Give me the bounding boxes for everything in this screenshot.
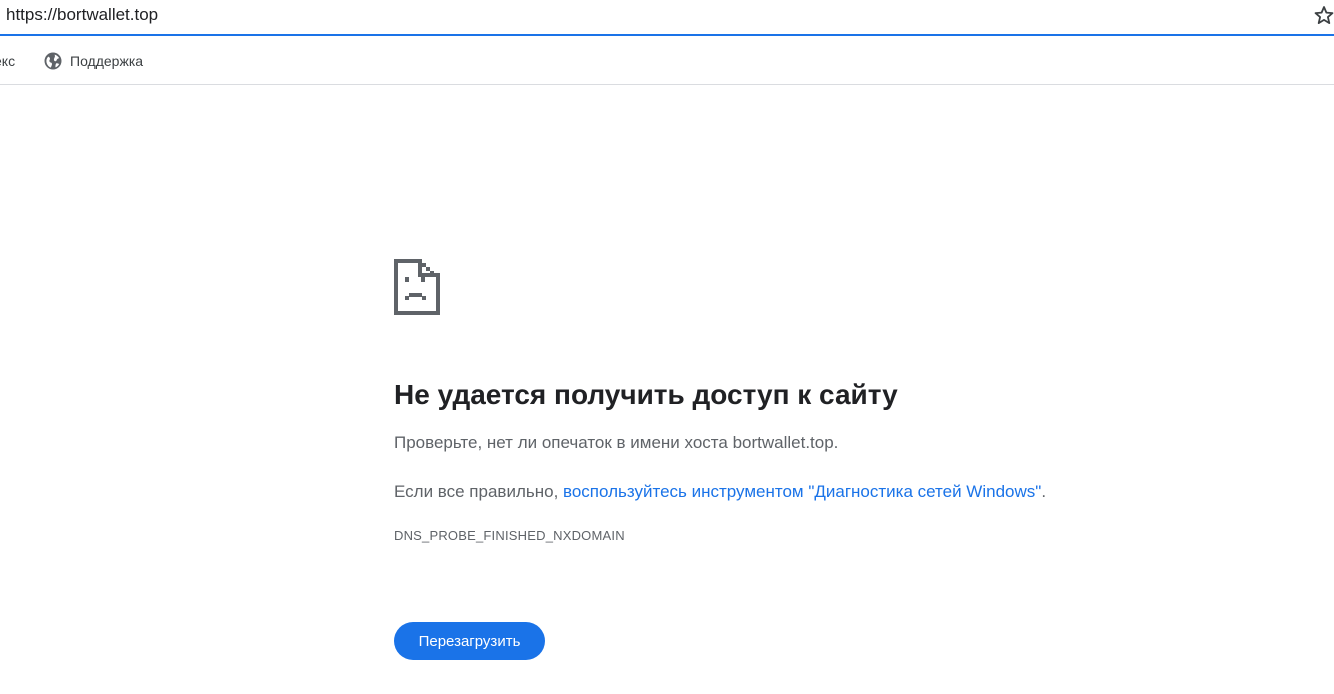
- bookmark-label: Поддержка: [70, 53, 144, 69]
- error-code: DNS_PROBE_FINISHED_NXDOMAIN: [394, 528, 625, 543]
- network-diagnostics-link[interactable]: воспользуйтесь инструментом "Диагностика…: [563, 482, 1041, 501]
- globe-icon: [44, 52, 62, 70]
- sad-page-icon: [394, 259, 440, 315]
- bookmark-label: екс: [0, 53, 16, 69]
- error-content: Не удается получить доступ к сайту Прове…: [394, 259, 1154, 543]
- hostname-typo-hint: Проверьте, нет ли опечаток в имени хоста…: [394, 433, 839, 452]
- diagnostics-hint-suffix: .: [1041, 482, 1047, 501]
- bookmark-item-partial[interactable]: екс: [0, 51, 15, 71]
- reload-button[interactable]: Перезагрузить: [394, 622, 545, 660]
- address-bar[interactable]: https://bortwallet.top: [0, 0, 1334, 34]
- network-diagnostics-hint: Если все правильно, воспользуйтесь инстр…: [394, 480, 1154, 504]
- url-text[interactable]: https://bortwallet.top: [6, 5, 158, 25]
- diagnostics-hint-prefix: Если все правильно,: [394, 482, 564, 501]
- bookmarks-bar: екс Поддержка: [0, 36, 1334, 85]
- star-outline-icon[interactable]: [1313, 2, 1334, 28]
- error-title: Не удается получить доступ к сайту: [394, 379, 898, 410]
- bookmark-item-support[interactable]: Поддержка: [44, 51, 143, 71]
